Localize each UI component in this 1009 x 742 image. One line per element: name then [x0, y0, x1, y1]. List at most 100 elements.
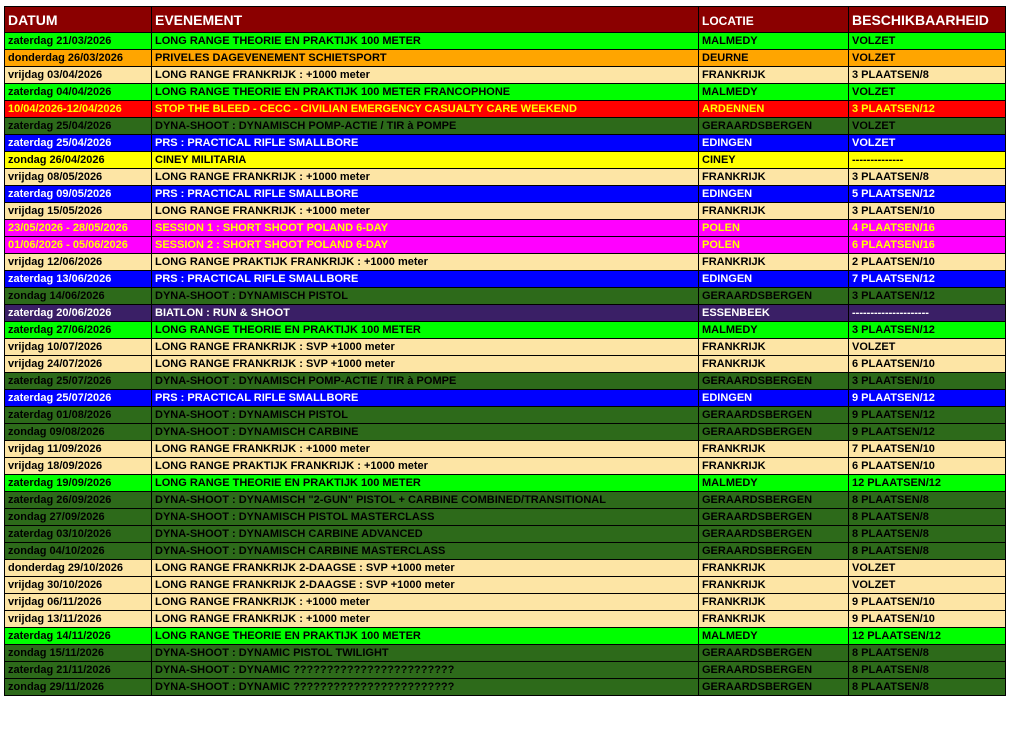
- location-cell: EDINGEN: [698, 389, 849, 407]
- table-row: vrijdag 18/09/2026 LONG RANGE PRAKTIJK FR…: [4, 457, 1006, 475]
- date-cell: zaterdag 27/06/2026: [4, 321, 152, 339]
- date-cell: zaterdag 19/09/2026: [4, 474, 152, 492]
- availability-cell: 2 PLAATSEN/10: [848, 253, 1006, 271]
- availability-cell: 9 PLAATSEN/10: [848, 593, 1006, 611]
- availability-cell: 3 PLAATSEN/10: [848, 372, 1006, 390]
- availability-cell: 6 PLAATSEN/16: [848, 236, 1006, 254]
- date-cell: zaterdag 04/04/2026: [4, 83, 152, 101]
- table-row: vrijdag 12/06/2026 LONG RANGE PRAKTIJK FR…: [4, 253, 1006, 271]
- table-row: zaterdag 26/09/2026 DYNA-SHOOT : DYNAMISC…: [4, 491, 1006, 509]
- availability-cell: 3 PLAATSEN/12: [848, 100, 1006, 118]
- table-row: vrijdag 13/11/2026 LONG RANGE FRANKRIJK :…: [4, 610, 1006, 628]
- table-row: zondag 26/04/2026 CINEY MILITARIA CINEY ---…: [4, 151, 1006, 169]
- location-cell: GERAARDSBERGEN: [698, 406, 849, 424]
- availability-cell: 3 PLAATSEN/12: [848, 321, 1006, 339]
- location-cell: MALMEDY: [698, 83, 849, 101]
- availability-cell: VOLZET: [848, 32, 1006, 50]
- table-row: vrijdag 03/04/2026 LONG RANGE FRANKRIJK :…: [4, 66, 1006, 84]
- date-cell: 23/05/2026 - 28/05/2026: [4, 219, 152, 237]
- availability-cell: 8 PLAATSEN/8: [848, 661, 1006, 679]
- location-cell: MALMEDY: [698, 32, 849, 50]
- table-row: vrijdag 08/05/2026 LONG RANGE FRANKRIJK :…: [4, 168, 1006, 186]
- header-evenement: EVENEMENT: [151, 6, 699, 33]
- event-cell: LONG RANGE PRAKTIJK FRANKRIJK : +1000 me…: [151, 457, 699, 475]
- availability-cell: 3 PLAATSEN/12: [848, 287, 1006, 305]
- location-cell: GERAARDSBERGEN: [698, 525, 849, 543]
- table-row: zaterdag 09/05/2026 PRS : PRACTICAL RIFLE…: [4, 185, 1006, 203]
- location-cell: GERAARDSBERGEN: [698, 491, 849, 509]
- location-cell: GERAARDSBERGEN: [698, 372, 849, 390]
- location-cell: MALMEDY: [698, 627, 849, 645]
- table-row: zaterdag 25/04/2026 PRS : PRACTICAL RIFLE…: [4, 134, 1006, 152]
- table-row: zaterdag 19/09/2026 LONG RANGE THEORIE EN…: [4, 474, 1006, 492]
- event-cell: STOP THE BLEED - CECC - CIVILIAN EMERGEN…: [151, 100, 699, 118]
- availability-cell: 6 PLAATSEN/10: [848, 457, 1006, 475]
- location-cell: MALMEDY: [698, 474, 849, 492]
- date-cell: zaterdag 25/04/2026: [4, 117, 152, 135]
- table-row: vrijdag 10/07/2026 LONG RANGE FRANKRIJK :…: [4, 338, 1006, 356]
- date-cell: donderdag 26/03/2026: [4, 49, 152, 67]
- location-cell: EDINGEN: [698, 270, 849, 288]
- event-cell: BIATLON : RUN & SHOOT: [151, 304, 699, 322]
- availability-cell: 3 PLAATSEN/8: [848, 168, 1006, 186]
- event-cell: DYNA-SHOOT : DYNAMISCH POMP-ACTIE / TIR …: [151, 117, 699, 135]
- location-cell: FRANKRIJK: [698, 66, 849, 84]
- table-row: zaterdag 13/06/2026 PRS : PRACTICAL RIFLE…: [4, 270, 1006, 288]
- availability-cell: VOLZET: [848, 83, 1006, 101]
- event-cell: CINEY MILITARIA: [151, 151, 699, 169]
- location-cell: ARDENNEN: [698, 100, 849, 118]
- date-cell: zaterdag 21/11/2026: [4, 661, 152, 679]
- date-cell: zondag 29/11/2026: [4, 678, 152, 696]
- location-cell: ESSENBEEK: [698, 304, 849, 322]
- date-cell: vrijdag 24/07/2026: [4, 355, 152, 373]
- date-cell: zaterdag 09/05/2026: [4, 185, 152, 203]
- location-cell: FRANKRIJK: [698, 253, 849, 271]
- date-cell: zaterdag 13/06/2026: [4, 270, 152, 288]
- event-schedule-table: DATUM EVENEMENT LOCATIE BESCHIKBAARHEID …: [4, 6, 1006, 696]
- table-row: zaterdag 25/04/2026 DYNA-SHOOT : DYNAMISC…: [4, 117, 1006, 135]
- event-cell: LONG RANGE FRANKRIJK 2-DAAGSE : SVP +100…: [151, 559, 699, 577]
- location-cell: GERAARDSBERGEN: [698, 542, 849, 560]
- availability-cell: VOLZET: [848, 49, 1006, 67]
- availability-cell: ---------------------: [848, 304, 1006, 322]
- table-body: zaterdag 21/03/2026 LONG RANGE THEORIE EN…: [4, 32, 1006, 696]
- table-row: 10/04/2026-12/04/2026 STOP THE BLEED - CE…: [4, 100, 1006, 118]
- table-row: vrijdag 30/10/2026 LONG RANGE FRANKRIJK 2…: [4, 576, 1006, 594]
- event-cell: DYNA-SHOOT : DYNAMIC PISTOL TWILIGHT: [151, 644, 699, 662]
- location-cell: CINEY: [698, 151, 849, 169]
- table-row: vrijdag 24/07/2026 LONG RANGE FRANKRIJK :…: [4, 355, 1006, 373]
- event-cell: PRS : PRACTICAL RIFLE SMALLBORE: [151, 185, 699, 203]
- event-cell: PRS : PRACTICAL RIFLE SMALLBORE: [151, 134, 699, 152]
- availability-cell: VOLZET: [848, 576, 1006, 594]
- date-cell: vrijdag 15/05/2026: [4, 202, 152, 220]
- availability-cell: 8 PLAATSEN/8: [848, 508, 1006, 526]
- table-row: vrijdag 06/11/2026 LONG RANGE FRANKRIJK :…: [4, 593, 1006, 611]
- date-cell: zondag 09/08/2026: [4, 423, 152, 441]
- location-cell: FRANKRIJK: [698, 576, 849, 594]
- event-cell: LONG RANGE FRANKRIJK : +1000 meter: [151, 593, 699, 611]
- location-cell: GERAARDSBERGEN: [698, 287, 849, 305]
- table-row: zaterdag 04/04/2026 LONG RANGE THEORIE EN…: [4, 83, 1006, 101]
- header-datum: DATUM: [4, 6, 152, 33]
- table-row: vrijdag 15/05/2026 LONG RANGE FRANKRIJK :…: [4, 202, 1006, 220]
- date-cell: vrijdag 08/05/2026: [4, 168, 152, 186]
- location-cell: GERAARDSBERGEN: [698, 644, 849, 662]
- location-cell: DEURNE: [698, 49, 849, 67]
- table-row: zaterdag 27/06/2026 LONG RANGE THEORIE EN…: [4, 321, 1006, 339]
- header-row: DATUM EVENEMENT LOCATIE BESCHIKBAARHEID: [4, 6, 1006, 33]
- location-cell: FRANKRIJK: [698, 168, 849, 186]
- table-row: zaterdag 14/11/2026 LONG RANGE THEORIE EN…: [4, 627, 1006, 645]
- event-cell: DYNA-SHOOT : DYNAMIC ???????????????????…: [151, 661, 699, 679]
- location-cell: FRANKRIJK: [698, 559, 849, 577]
- event-cell: LONG RANGE THEORIE EN PRAKTIJK 100 METER: [151, 627, 699, 645]
- event-cell: PRS : PRACTICAL RIFLE SMALLBORE: [151, 389, 699, 407]
- event-cell: LONG RANGE FRANKRIJK : SVP +1000 meter: [151, 338, 699, 356]
- date-cell: zondag 26/04/2026: [4, 151, 152, 169]
- availability-cell: 8 PLAATSEN/8: [848, 525, 1006, 543]
- table-row: zaterdag 03/10/2026 DYNA-SHOOT : DYNAMISC…: [4, 525, 1006, 543]
- date-cell: zaterdag 14/11/2026: [4, 627, 152, 645]
- date-cell: zondag 15/11/2026: [4, 644, 152, 662]
- availability-cell: VOLZET: [848, 559, 1006, 577]
- table-row: zondag 29/11/2026 DYNA-SHOOT : DYNAMIC ??…: [4, 678, 1006, 696]
- event-cell: DYNA-SHOOT : DYNAMISCH CARBINE ADVANCED: [151, 525, 699, 543]
